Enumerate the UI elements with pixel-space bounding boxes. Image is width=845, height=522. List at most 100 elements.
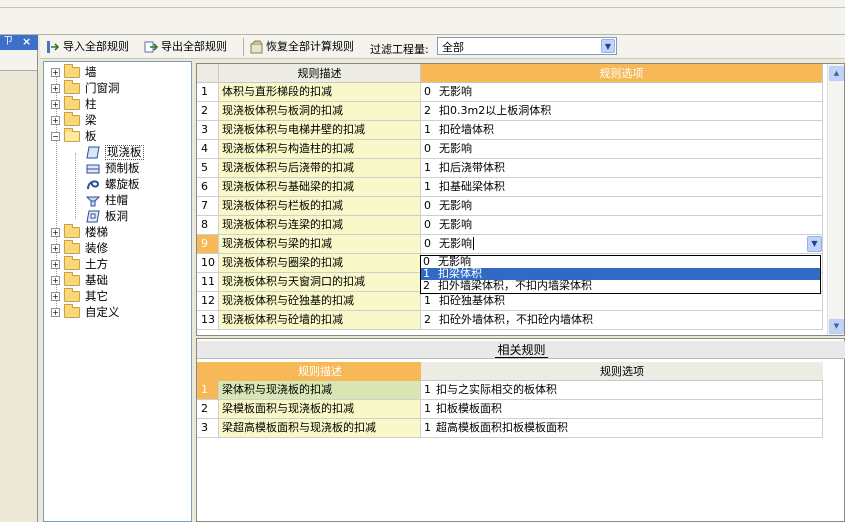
rule-description: 现浇板体积与天窗洞口的扣减	[219, 273, 421, 292]
rule-option[interactable]: 0 无影响	[421, 216, 823, 235]
option-code: 0	[424, 142, 431, 155]
filter-label: 过滤工程量:	[370, 43, 429, 56]
spiral-slab-icon	[86, 178, 100, 191]
rule-option[interactable]: 1 扣砼独基体积	[421, 292, 823, 311]
table-row[interactable]: 2 梁模板面积与现浇板的扣减 1 扣板模板面积	[197, 400, 823, 419]
chevron-down-icon[interactable]: ▼	[807, 236, 822, 252]
rule-option[interactable]: 2 扣砼外墙体积，不扣砼内墙体积	[421, 311, 823, 330]
dropdown-option[interactable]: 2 扣外墙梁体积，不扣内墙梁体积	[421, 280, 820, 292]
rule-option[interactable]: 2 扣0.3m2以上板洞体积	[421, 102, 823, 121]
table-row-selected[interactable]: 1 梁体积与现浇板的扣减 1 扣与之实际相交的板体积	[197, 381, 823, 400]
table-row[interactable]: 6 现浇板体积与基础梁的扣减 1 扣基础梁体积	[197, 178, 823, 197]
tree-node-beam[interactable]: + 梁	[51, 111, 97, 128]
table-row[interactable]: 3 梁超高模板面积与现浇板的扣减 1 超高模板面积扣板模板面积	[197, 419, 823, 438]
collapse-icon[interactable]: −	[51, 131, 60, 141]
option-text: 扣板模板面积	[436, 402, 502, 415]
expand-icon[interactable]: +	[51, 99, 60, 109]
table-row[interactable]: 7 现浇板体积与栏板的扣减 0 无影响	[197, 197, 823, 216]
expand-icon[interactable]: +	[51, 259, 60, 269]
header-rule-option[interactable]: 规则选项	[421, 64, 823, 83]
expand-icon[interactable]: +	[51, 67, 60, 77]
expand-icon[interactable]: +	[51, 227, 60, 237]
rule-option[interactable]: 1 扣基础梁体积	[421, 178, 823, 197]
export-icon	[144, 40, 159, 54]
table-row[interactable]: 12 现浇板体积与砼独基的扣减 1 扣砼独基体积	[197, 292, 823, 311]
table-row[interactable]: 8 现浇板体积与连梁的扣减 0 无影响	[197, 216, 823, 235]
tree-node-earthwork[interactable]: + 土方	[51, 255, 108, 272]
table-row-selected[interactable]: 9 现浇板体积与梁的扣减 0 无影响 ▼	[197, 235, 823, 254]
rule-description: 现浇板体积与砼独基的扣减	[219, 292, 421, 311]
tree-node-stairs[interactable]: + 楼梯	[51, 223, 108, 240]
related-title-text: 相关规则	[495, 343, 548, 358]
related-header-option[interactable]: 规则选项	[421, 362, 823, 381]
rule-option[interactable]: 1 扣砼墙体积	[421, 121, 823, 140]
table-row[interactable]: 1 体积与直形梯段的扣减 0 无影响	[197, 83, 823, 102]
tree-leaf-slab-opening[interactable]: 板洞	[86, 208, 128, 224]
tree-node-doors-windows[interactable]: + 门窗洞	[51, 79, 120, 96]
folder-icon	[64, 111, 80, 126]
folder-icon	[64, 223, 80, 238]
rule-option[interactable]: 1 扣与之实际相交的板体积	[421, 381, 823, 400]
option-code: 0	[424, 199, 431, 212]
expand-icon[interactable]: +	[51, 291, 60, 301]
tree-node-label: 柱	[85, 97, 97, 111]
option-text: 扣砼墙体积	[439, 123, 494, 136]
tree-node-wall[interactable]: + 墙	[51, 63, 97, 80]
tree-node-label: 装修	[85, 241, 108, 255]
table-row[interactable]: 2 现浇板体积与板洞的扣减 2 扣0.3m2以上板洞体积	[197, 102, 823, 121]
rule-option[interactable]: 0 无影响	[421, 197, 823, 216]
tree-node-label: 其它	[85, 289, 108, 303]
option-code: 1	[424, 161, 431, 174]
row-number: 1	[197, 83, 219, 102]
export-all-rules-button[interactable]: 导出全部规则	[144, 38, 227, 56]
rule-option-editor[interactable]: 0 无影响	[421, 235, 823, 254]
expand-icon[interactable]: +	[51, 243, 60, 253]
table-row[interactable]: 4 现浇板体积与构造柱的扣减 0 无影响	[197, 140, 823, 159]
chevron-down-icon[interactable]: ▼	[601, 39, 615, 53]
tree-node-slab[interactable]: − 板	[51, 127, 97, 144]
import-all-rules-button[interactable]: 导入全部规则	[46, 38, 129, 56]
rule-option[interactable]: 1 扣后浇带体积	[421, 159, 823, 178]
expand-icon[interactable]: +	[51, 83, 60, 93]
related-header-description[interactable]: 规则描述	[219, 362, 421, 381]
left-dock-pane	[0, 35, 38, 522]
tree-node-other[interactable]: + 其它	[51, 287, 108, 304]
tree-node-decoration[interactable]: + 装修	[51, 239, 108, 256]
table-row[interactable]: 13 现浇板体积与砼墙的扣减 2 扣砼外墙体积，不扣砼内墙体积	[197, 311, 823, 330]
row-number: 7	[197, 197, 219, 216]
expand-icon[interactable]: +	[51, 275, 60, 285]
precast-slab-icon	[86, 162, 100, 175]
header-corner	[197, 362, 219, 381]
table-row[interactable]: 5 现浇板体积与后浇带的扣减 1 扣后浇带体积	[197, 159, 823, 178]
tree-leaf-column-cap[interactable]: 柱帽	[85, 192, 128, 208]
table-row[interactable]: 3 现浇板体积与电梯井壁的扣减 1 扣砼墙体积	[197, 121, 823, 140]
tree-leaf-cast-slab[interactable]: 现浇板	[86, 144, 144, 160]
folder-icon	[64, 95, 80, 110]
rule-option[interactable]: 1 扣板模板面积	[421, 400, 823, 419]
rule-option[interactable]: 0 无影响	[421, 140, 823, 159]
scroll-down-icon[interactable]: ▼	[829, 319, 844, 334]
tree-node-foundation[interactable]: + 基础	[51, 271, 108, 288]
rule-option[interactable]: 0 无影响	[421, 83, 823, 102]
rules-grid: 规则描述 规则选项 1 体积与直形梯段的扣减 0 无影响 2 现浇板体积与板洞的扣…	[196, 63, 845, 336]
close-icon[interactable]: ×	[22, 35, 31, 49]
text-cursor	[473, 237, 474, 250]
expand-icon[interactable]: +	[51, 115, 60, 125]
tree-node-custom[interactable]: + 自定义	[51, 303, 120, 320]
filter-quantity-select[interactable]: 全部 ▼	[437, 37, 617, 55]
header-rule-description[interactable]: 规则描述	[219, 64, 421, 83]
rule-description: 梁模板面积与现浇板的扣减	[219, 400, 421, 419]
tree-leaf-precast-slab[interactable]: 预制板	[86, 160, 140, 176]
scroll-up-icon[interactable]: ▲	[829, 66, 844, 81]
rule-option[interactable]: 1 超高模板面积扣板模板面积	[421, 419, 823, 438]
dock-header: ㄗ ×	[0, 35, 38, 50]
tree-node-label: 自定义	[85, 305, 120, 319]
tree-leaf-spiral-slab[interactable]: 螺旋板	[86, 176, 140, 192]
restore-all-rules-button[interactable]: 恢复全部计算规则	[249, 38, 354, 56]
restore-icon	[249, 40, 263, 54]
expand-icon[interactable]: +	[51, 307, 60, 317]
rule-description: 现浇板体积与圈梁的扣减	[219, 254, 421, 273]
tree-node-column[interactable]: + 柱	[51, 95, 97, 112]
vertical-scrollbar[interactable]: ▲ ▼	[827, 64, 844, 335]
pin-icon[interactable]: ㄗ	[3, 35, 13, 49]
